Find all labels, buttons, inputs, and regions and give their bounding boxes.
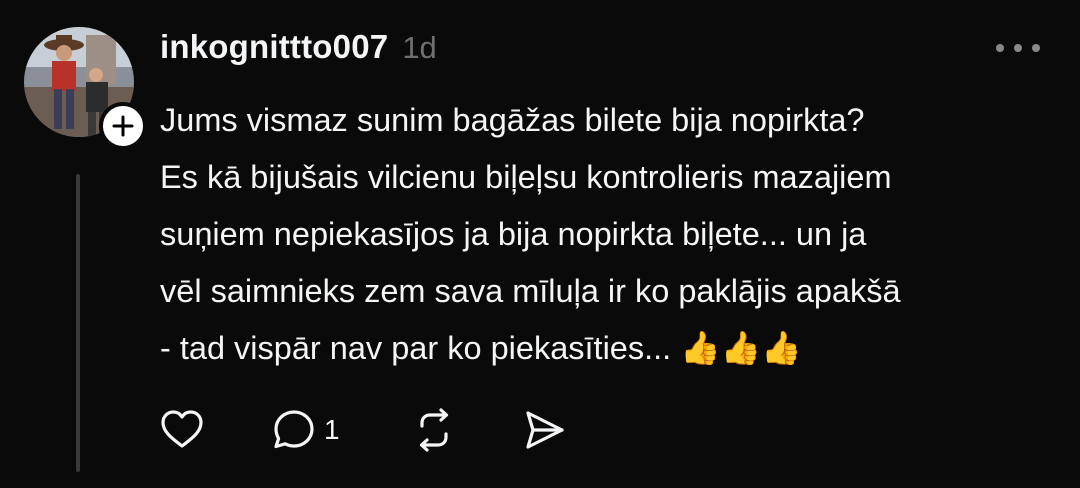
post-text-line: Es kā bijušais vilcienu biļeļsu kontroli… — [160, 159, 892, 195]
plus-icon — [112, 115, 134, 137]
repost-icon — [419, 408, 449, 452]
post-text: Jums vismaz sunim bagāžas bilete bija no… — [160, 92, 1065, 377]
heart-icon — [161, 410, 203, 448]
more-options-button[interactable] — [996, 38, 1040, 58]
more-horizontal-icon — [1014, 44, 1022, 52]
timestamp: 1d — [402, 30, 437, 65]
like-button[interactable] — [158, 406, 206, 454]
send-icon — [526, 411, 564, 449]
repost-button[interactable] — [410, 406, 458, 454]
reply-count: 1 — [324, 414, 340, 445]
post-text-line: - tad vispār nav par ko piekasīties... 👍… — [160, 330, 802, 366]
username[interactable]: inkognittto007 — [160, 28, 388, 66]
reply-button[interactable]: 1 — [270, 406, 340, 454]
more-horizontal-icon — [996, 44, 1004, 52]
more-horizontal-icon — [1032, 44, 1040, 52]
follow-button[interactable] — [99, 102, 147, 150]
post-text-line: vēl saimnieks zem sava mīluļa ir ko pakl… — [160, 273, 901, 309]
thread-line — [76, 174, 80, 472]
share-button[interactable] — [520, 406, 568, 454]
post-text-line: suņiem nepiekasījos ja bija nopirkta biļ… — [160, 216, 867, 252]
post-header: inkognittto007 1d — [160, 28, 437, 66]
post-text-line: Jums vismaz sunim bagāžas bilete bija no… — [160, 102, 865, 138]
comment-icon — [274, 410, 314, 449]
